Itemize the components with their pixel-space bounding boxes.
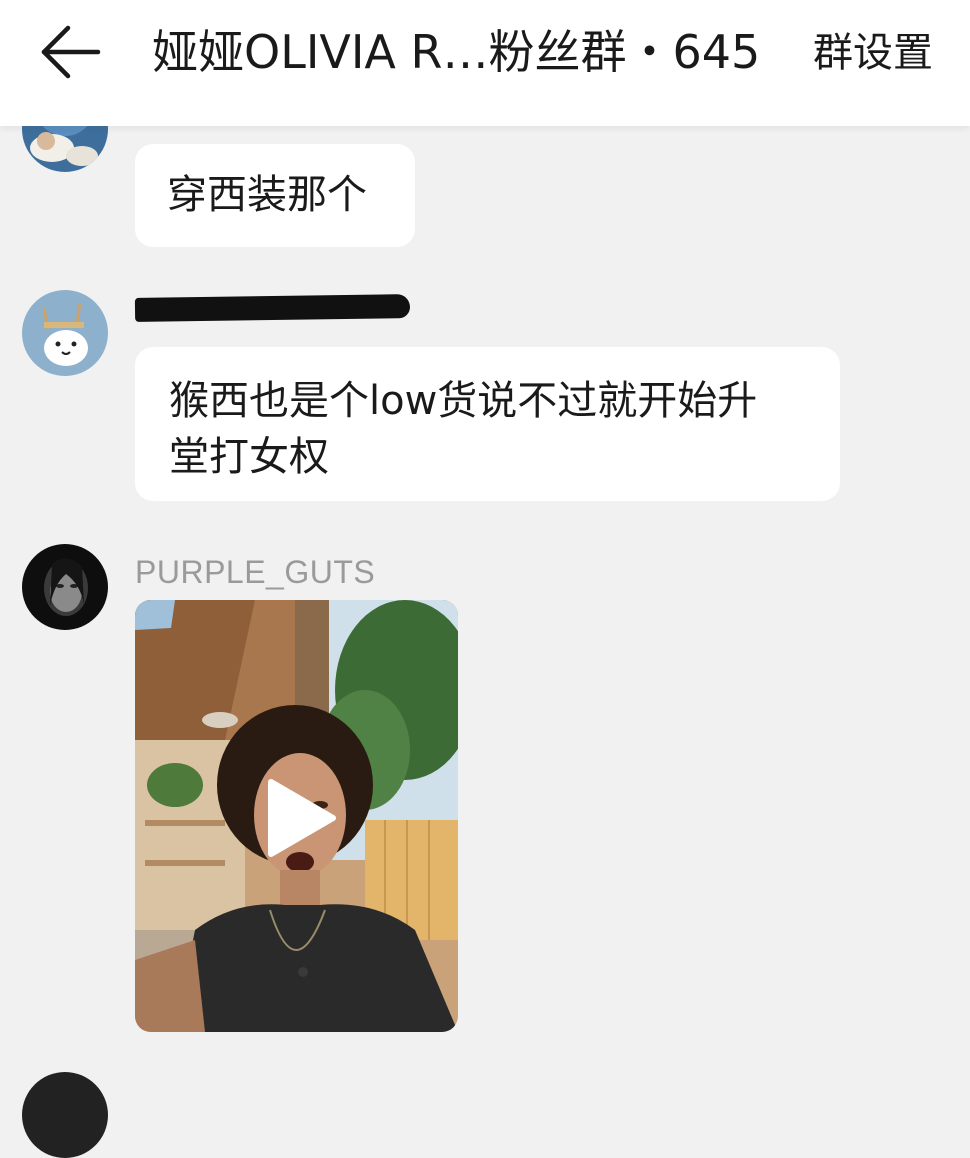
redaction-mark (134, 294, 411, 322)
back-button[interactable] (38, 22, 104, 82)
group-settings-button[interactable]: 群设置 (813, 26, 933, 80)
message-text-line: 堂打女权 (169, 434, 329, 480)
sender-name: PURPLE_GUTS (135, 554, 376, 590)
chat-header: 娅娅OLIVIA R…粉丝群・645 群设置 (0, 0, 970, 126)
avatar[interactable] (22, 1072, 108, 1158)
group-title: 娅娅OLIVIA R…粉丝群・645 (152, 25, 761, 79)
arrow-left-icon (41, 25, 101, 79)
message-bubble[interactable]: 猴西也是个low货说不过就开始升 堂打女权 (135, 347, 840, 501)
play-icon[interactable] (265, 778, 337, 858)
chat-message-list[interactable]: 穿西装那个 猴西也是个low货说不过就开始升 堂打女权 PURPLE_GUTS (0, 0, 970, 1158)
message-text: 穿西装那个 (167, 172, 367, 218)
message-text-line: 猴西也是个low货说不过就开始升 (169, 378, 758, 424)
message-bubble[interactable]: 穿西装那个 (135, 144, 415, 247)
avatar[interactable] (22, 544, 108, 630)
avatar[interactable] (22, 290, 108, 376)
